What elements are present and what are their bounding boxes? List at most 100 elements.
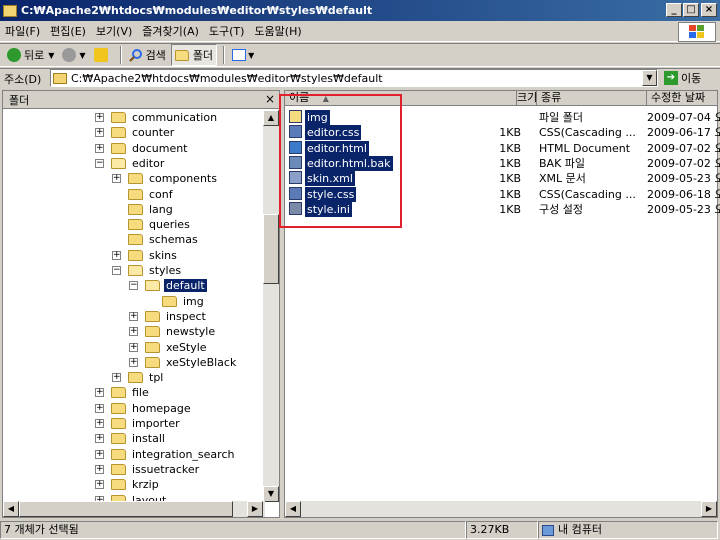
scroll-up-button[interactable]: ▲: [263, 110, 279, 126]
folder-tree-item[interactable]: + install: [95, 431, 167, 446]
folder-tree-item[interactable]: − default: [129, 278, 207, 293]
menu-help[interactable]: 도움말(H): [249, 23, 306, 39]
folder-vertical-scrollbar[interactable]: ▲ ▼: [263, 110, 279, 502]
views-icon: [232, 49, 247, 61]
folder-icon: [128, 203, 143, 215]
folder-tree-item[interactable]: + document: [95, 141, 190, 156]
expand-button[interactable]: +: [95, 113, 104, 122]
folder-tree-label: counter: [132, 126, 175, 140]
folder-tree-item[interactable]: + importer: [95, 416, 182, 431]
folders-button[interactable]: 폴더: [170, 44, 218, 66]
expand-button[interactable]: +: [95, 143, 104, 153]
folder-tree-item[interactable]: conf: [112, 187, 175, 202]
menu-file[interactable]: 파일(F): [0, 23, 45, 39]
column-date[interactable]: 수정한 날짜: [647, 91, 717, 106]
folder-tree-item[interactable]: + homepage: [95, 401, 193, 416]
column-size[interactable]: 크기: [517, 91, 537, 106]
folder-tree-item[interactable]: + inspect: [129, 309, 208, 324]
menu-favorites[interactable]: 즐겨찾기(A): [137, 23, 204, 39]
open-folder-icon: [145, 280, 160, 292]
maximize-button[interactable]: □: [683, 3, 699, 17]
folder-icon: [53, 72, 67, 84]
title-bar[interactable]: C:₩Apache2₩htdocs₩modules₩editor₩styles₩…: [0, 0, 720, 21]
menu-view[interactable]: 보기(V): [91, 23, 137, 39]
folder-tree-item[interactable]: schemas: [112, 232, 200, 247]
search-button[interactable]: 검색: [126, 45, 169, 65]
folder-tree-item[interactable]: + counter: [95, 125, 176, 140]
scroll-thumb[interactable]: [19, 501, 233, 517]
folder-tree-item[interactable]: + communication: [95, 110, 219, 125]
back-button[interactable]: 뒤로 ▼: [4, 45, 57, 65]
expand-button[interactable]: +: [112, 250, 121, 260]
address-dropdown-button[interactable]: ▼: [642, 70, 657, 86]
folder-tree-item[interactable]: + tpl: [112, 370, 165, 385]
expand-button[interactable]: +: [95, 419, 104, 428]
folder-icon: [111, 448, 126, 460]
file-date: 2009-06-18 오: [647, 187, 720, 201]
scroll-thumb[interactable]: [263, 214, 279, 284]
expand-button[interactable]: +: [95, 388, 104, 398]
expand-button[interactable]: +: [112, 174, 121, 184]
expand-button[interactable]: +: [95, 403, 104, 413]
folder-tree-label: styles: [149, 264, 182, 277]
folder-tree-item[interactable]: + xeStyle: [129, 340, 209, 355]
menu-tools[interactable]: 도구(T): [204, 23, 250, 39]
folder-tree-item[interactable]: + file: [95, 385, 151, 400]
folder-tree-label: xeStyleBlack: [166, 355, 237, 369]
folder-tree-item[interactable]: + krzip: [95, 477, 161, 492]
collapse-button[interactable]: −: [129, 281, 138, 291]
collapse-button[interactable]: −: [95, 158, 104, 168]
folder-tree-item[interactable]: + skins: [112, 248, 179, 263]
views-button[interactable]: ▼: [229, 47, 257, 63]
folder-tree-label: inspect: [166, 309, 206, 323]
expand-button[interactable]: +: [112, 373, 121, 383]
close-button[interactable]: ×: [701, 3, 717, 17]
minimize-button[interactable]: _: [666, 3, 682, 17]
address-input[interactable]: C:₩Apache2₩htdocs₩modules₩editor₩styles₩…: [50, 69, 658, 87]
file-size: 1KB: [499, 172, 521, 186]
up-button[interactable]: [91, 46, 114, 64]
expand-button[interactable]: +: [95, 449, 104, 459]
folder-tree-item[interactable]: + components: [112, 171, 219, 186]
collapse-button[interactable]: −: [112, 266, 121, 275]
folder-pane-close-button[interactable]: ×: [265, 92, 275, 106]
folder-tree-item[interactable]: + newstyle: [129, 324, 217, 339]
scroll-down-button[interactable]: ▼: [263, 486, 279, 502]
folder-tree-item[interactable]: + xeStyleBlack: [129, 355, 238, 370]
folder-tree-item[interactable]: lang: [112, 202, 175, 217]
expand-button[interactable]: +: [129, 357, 138, 367]
go-button[interactable]: ➔ 이동: [664, 69, 701, 87]
open-folder-icon: [111, 157, 126, 169]
folder-icon: [145, 341, 160, 353]
open-folder-icon: [128, 265, 143, 276]
expand-button[interactable]: +: [95, 128, 104, 138]
expand-button[interactable]: +: [95, 434, 104, 444]
expand-button[interactable]: +: [129, 311, 138, 321]
column-type[interactable]: 종류: [537, 91, 647, 106]
back-arrow-icon: [7, 48, 21, 62]
file-horizontal-scrollbar[interactable]: ◀ ▶: [285, 501, 717, 517]
folder-tree-item[interactable]: + integration_search: [95, 447, 236, 462]
file-type: BAK 파일: [539, 156, 586, 170]
expand-button[interactable]: +: [129, 342, 138, 352]
scroll-right-button[interactable]: ▶: [701, 501, 717, 517]
folder-horizontal-scrollbar[interactable]: ◀ ▶: [3, 501, 265, 517]
folder-tree-item[interactable]: + issuetracker: [95, 462, 201, 477]
folders-label: 폴더: [192, 49, 214, 62]
expand-button[interactable]: +: [95, 480, 104, 490]
folder-tree-item[interactable]: img: [146, 294, 206, 309]
scroll-left-button[interactable]: ◀: [285, 501, 301, 517]
menu-edit[interactable]: 편집(E): [45, 23, 91, 39]
annotation-highlight-box: [279, 94, 402, 228]
folder-tree-item[interactable]: queries: [112, 217, 192, 232]
expand-button[interactable]: +: [95, 464, 104, 474]
folder-tree-label: components: [149, 172, 217, 186]
scroll-right-button[interactable]: ▶: [247, 501, 263, 517]
forward-button[interactable]: ▼: [59, 46, 88, 64]
folder-icon: [145, 356, 160, 368]
expand-button[interactable]: +: [129, 327, 138, 337]
folder-tree-item[interactable]: − styles: [112, 263, 183, 278]
scroll-left-button[interactable]: ◀: [3, 501, 19, 517]
folder-tree-item[interactable]: − editor: [95, 156, 166, 171]
file-type: HTML Document: [539, 141, 631, 155]
